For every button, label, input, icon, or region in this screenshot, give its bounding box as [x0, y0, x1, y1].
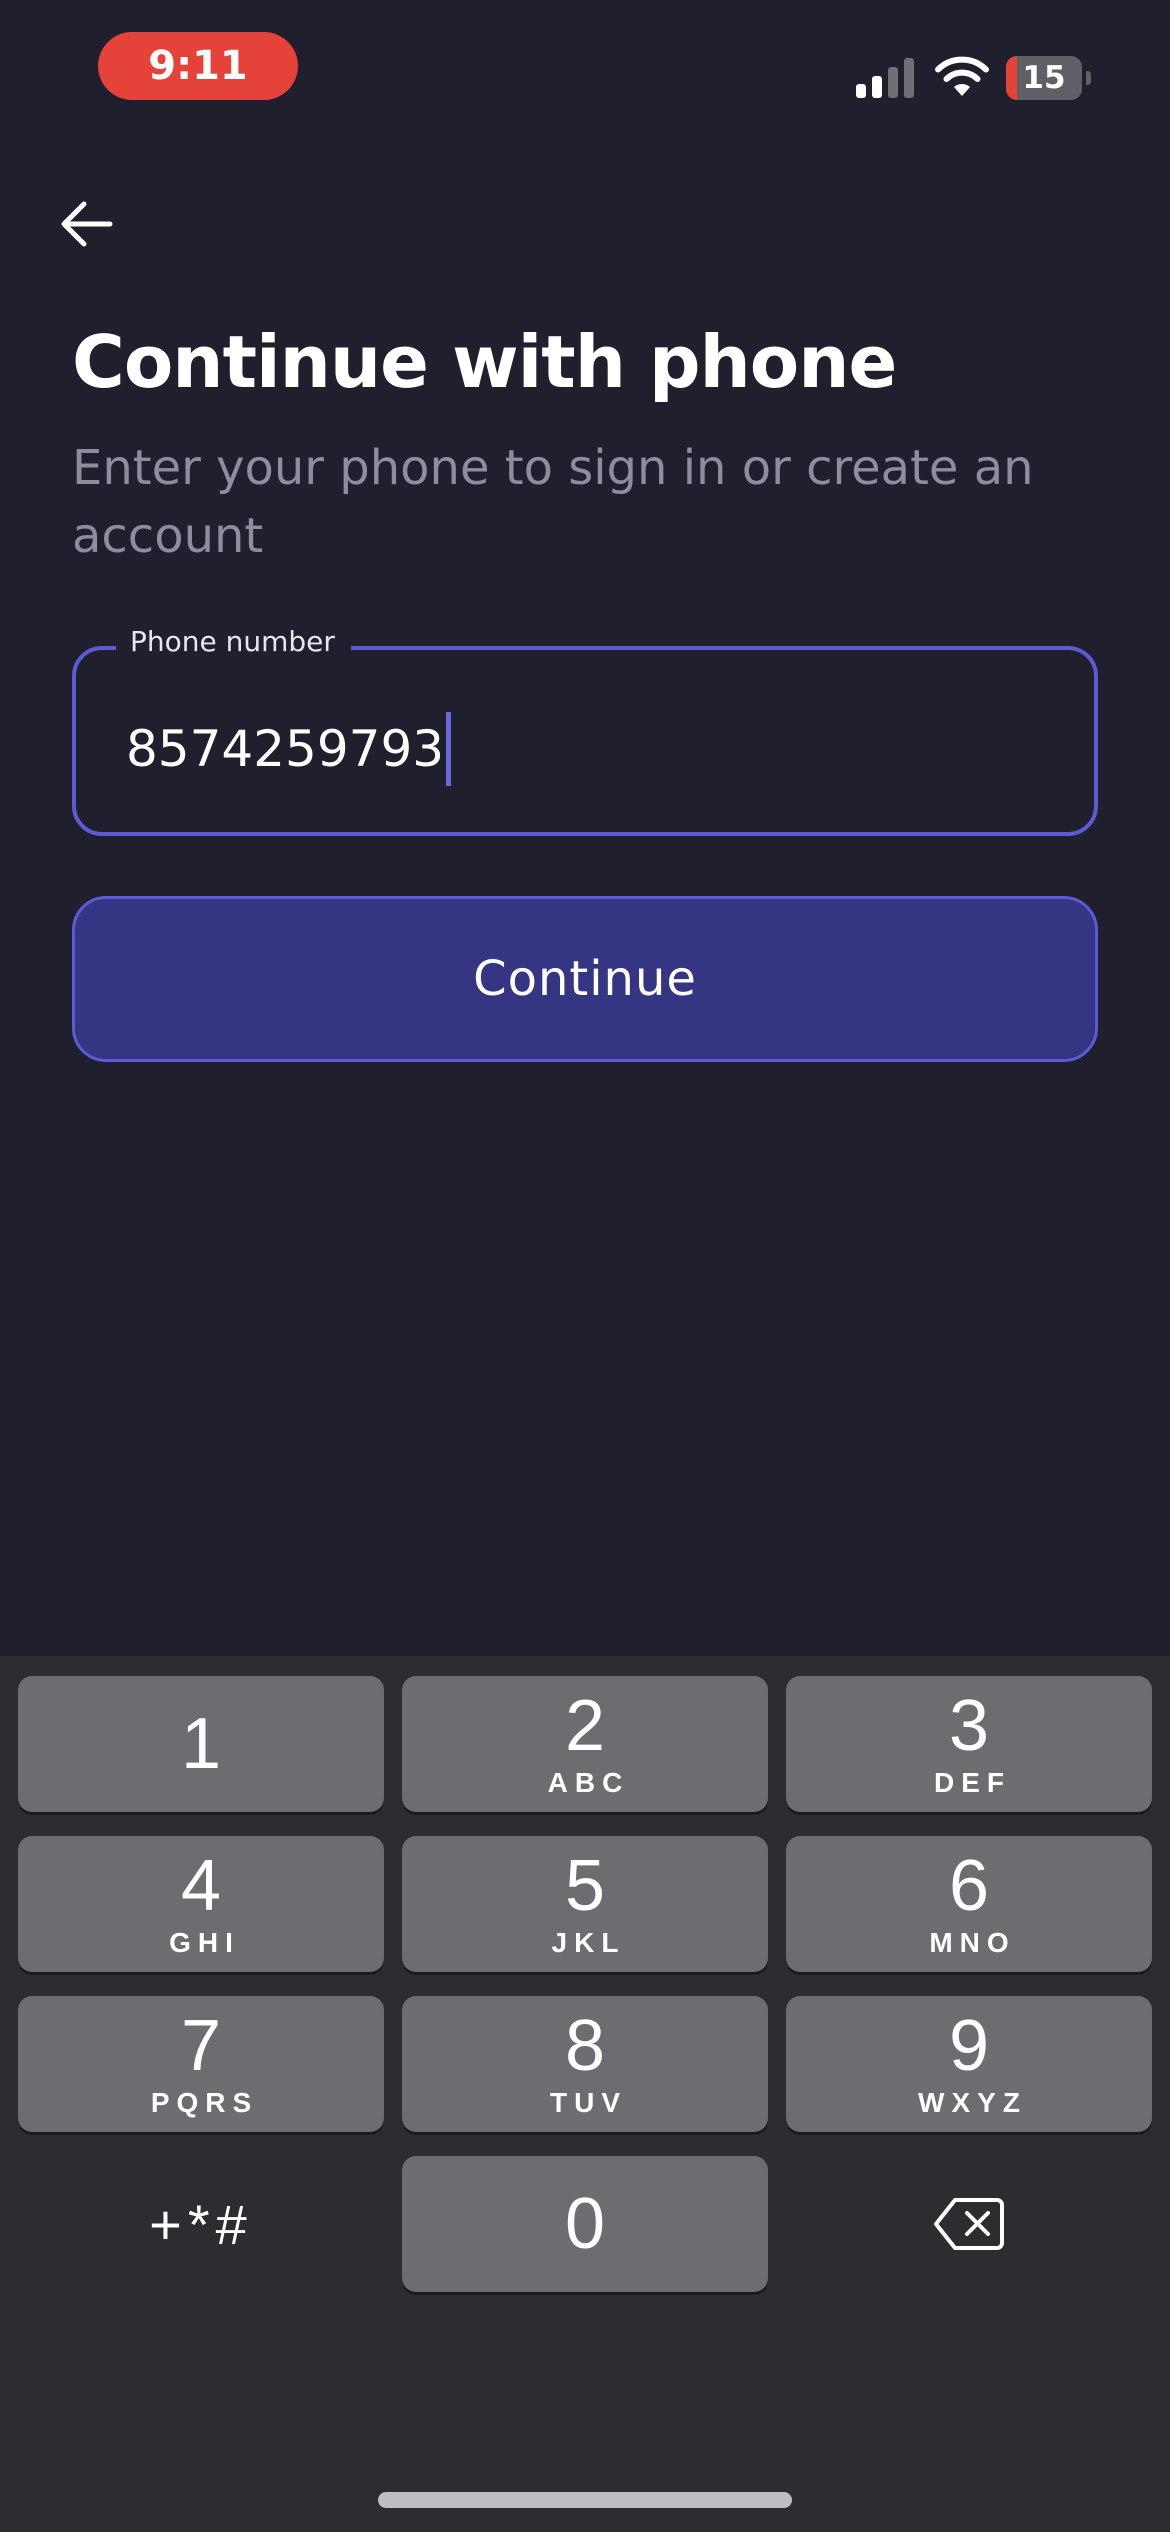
backspace-icon	[934, 2198, 1004, 2250]
battery-percent: 15	[1022, 60, 1066, 96]
phone-number-value: 8574259793	[126, 720, 445, 778]
continue-button[interactable]: Continue	[72, 896, 1098, 1062]
key-9[interactable]: 9 WXYZ	[786, 1996, 1152, 2132]
cellular-signal-icon	[856, 58, 914, 98]
symbols-label: +*#	[149, 2192, 253, 2256]
phone-number-input[interactable]: 8574259793	[126, 712, 1046, 786]
key-0[interactable]: 0	[402, 2156, 768, 2292]
wifi-icon	[935, 56, 989, 96]
key-8[interactable]: 8 TUV	[402, 1996, 768, 2132]
key-letters: GHI	[169, 1927, 240, 1958]
status-bar: 9:11 15	[0, 0, 1170, 150]
page-subtitle: Enter your phone to sign in or create an…	[72, 440, 1034, 564]
home-indicator[interactable]	[378, 2492, 792, 2508]
key-letters: JKL	[551, 1927, 626, 1958]
key-5[interactable]: 5 JKL	[402, 1836, 768, 1972]
back-button[interactable]	[48, 186, 124, 262]
key-1[interactable]: 1	[18, 1676, 384, 1812]
key-symbols[interactable]: +*#	[18, 2156, 384, 2292]
text-caret	[446, 712, 452, 786]
phone-number-field[interactable]: Phone number 8574259793	[72, 622, 1098, 836]
key-letters: TUV	[550, 2087, 627, 2118]
delete-key[interactable]	[786, 2156, 1152, 2292]
key-digit: 2	[564, 1686, 606, 1766]
key-digit: 3	[948, 1686, 990, 1766]
arrow-left-icon	[61, 201, 113, 247]
key-letters: WXYZ	[918, 2087, 1027, 2118]
key-letters: PQRS	[150, 2087, 259, 2118]
key-digit: 0	[564, 2184, 606, 2264]
key-letters: DEF	[934, 1767, 1011, 1798]
key-digit: 4	[180, 1846, 222, 1926]
key-6[interactable]: 6 MNO	[786, 1836, 1152, 1972]
status-time: 9:11	[98, 32, 298, 100]
key-letters: ABC	[547, 1767, 630, 1798]
key-digit: 1	[180, 1704, 222, 1784]
numeric-keypad: 1 2 ABC 3 DEF 4 GHI 5 JKL 6 MNO 7 PQRS 8…	[0, 1656, 1170, 2532]
key-digit: 5	[564, 1846, 606, 1926]
key-7[interactable]: 7 PQRS	[18, 1996, 384, 2132]
key-digit: 9	[948, 2006, 990, 2086]
phone-number-label: Phone number	[116, 622, 351, 662]
key-digit: 6	[948, 1846, 990, 1926]
key-3[interactable]: 3 DEF	[786, 1676, 1152, 1812]
key-letters: MNO	[929, 1927, 1016, 1958]
battery-icon: 15	[1006, 56, 1092, 100]
key-2[interactable]: 2 ABC	[402, 1676, 768, 1812]
page-title: Continue with phone	[72, 320, 897, 404]
key-4[interactable]: 4 GHI	[18, 1836, 384, 1972]
key-digit: 8	[564, 2006, 606, 2086]
key-digit: 7	[180, 2006, 222, 2086]
